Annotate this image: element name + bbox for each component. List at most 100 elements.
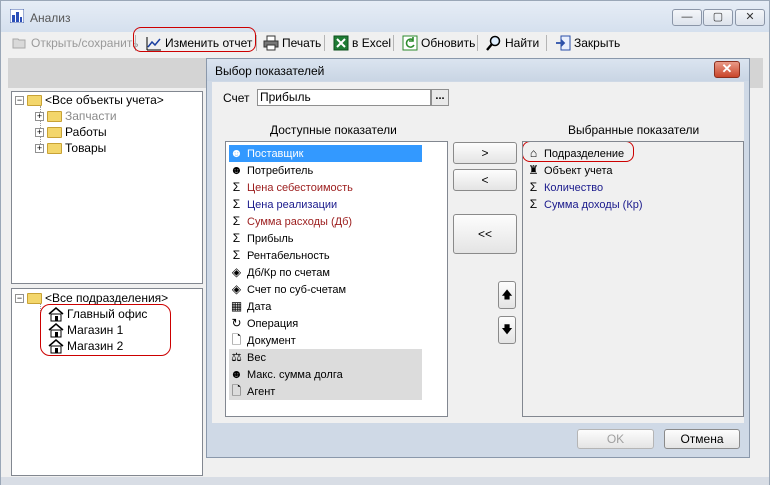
selected-list[interactable]: ⌂ Подразделение ♜ Объект учета Σ Количество Σ С… [522, 141, 744, 417]
account-icon: ◈ [231, 282, 242, 296]
maximize-button[interactable]: ▢ [703, 9, 733, 26]
objects-tree[interactable]: − <Все объекты учета> + Запчасти + Работ… [11, 91, 203, 284]
select-indicators-dialog: Выбор показателей ✕ Счет Прибыль ... Дос… [206, 58, 750, 458]
house-icon [48, 339, 64, 354]
move-up-button[interactable]: 🡅 [498, 281, 516, 309]
cancel-button[interactable]: Отмена [664, 429, 740, 449]
list-item-label: Агент [247, 385, 276, 398]
search-icon [486, 35, 501, 51]
ok-button[interactable]: OK [577, 429, 654, 449]
open-save-button[interactable]: Открыть/сохранить [12, 33, 139, 53]
toolbar-separator [546, 35, 547, 51]
list-item-label: Документ [247, 334, 296, 347]
exit-icon [556, 35, 571, 51]
list-item[interactable]: Σ Сумма расходы (Дб) [229, 213, 422, 230]
dialog-close-button[interactable]: ✕ [714, 61, 740, 78]
tree-root-objects[interactable]: − <Все объекты учета> [15, 92, 164, 108]
toolbar-separator [324, 35, 325, 51]
list-item[interactable]: Σ Сумма доходы (Кр) [526, 196, 719, 213]
excel-icon [333, 35, 349, 51]
list-item[interactable]: ⚖ Вес [229, 349, 422, 366]
list-item-label: Дата [247, 300, 272, 313]
list-item-label: Цена себестоимость [247, 181, 353, 194]
dialog-footer: OK Отмена [212, 423, 744, 453]
sigma-icon: Σ [232, 197, 241, 211]
tree-item[interactable]: Магазин 1 [48, 322, 123, 338]
document-icon: 🗋 [231, 333, 242, 347]
collapse-icon[interactable]: − [15, 293, 24, 303]
operation-icon: ↻ [231, 316, 242, 330]
list-item[interactable]: Σ Цена себестоимость [229, 179, 422, 196]
chart-edit-icon [146, 37, 161, 51]
dialog-title-bar: Выбор показателей ✕ [207, 59, 749, 81]
schet-browse-button[interactable]: ... [431, 89, 449, 106]
list-item-label: Дб/Кр по счетам [247, 266, 330, 279]
expand-icon[interactable]: + [35, 111, 44, 121]
tree-item[interactable]: + Товары [35, 140, 106, 156]
refresh-icon [402, 35, 418, 51]
person-icon: ☻ [230, 146, 243, 160]
list-item[interactable]: ☻ Макс. сумма долга [229, 366, 422, 383]
open-save-label: Открыть/сохранить [31, 36, 139, 50]
document-icon: 🗋 [231, 384, 242, 398]
calendar-icon: ▦ [230, 299, 243, 313]
list-item[interactable]: Σ Рентабельность [229, 247, 422, 264]
list-item-label: Рентабельность [247, 249, 330, 262]
list-item[interactable]: ♜ Объект учета [526, 162, 719, 179]
tree-root-label: <Все объекты учета> [45, 93, 164, 107]
sigma-icon: Σ [232, 180, 241, 194]
status-bar [1, 477, 769, 485]
sigma-icon: Σ [232, 231, 241, 245]
find-label: Найти [505, 36, 540, 50]
folder-icon [47, 142, 62, 154]
list-item[interactable]: ◈ Дб/Кр по счетам [229, 264, 422, 281]
list-item[interactable]: Σ Цена реализации [229, 196, 422, 213]
list-item[interactable]: Σ Прибыль [229, 230, 422, 247]
list-item[interactable]: Σ Количество [526, 179, 719, 196]
list-item-label: Поставщик [247, 147, 304, 160]
close-report-button[interactable]: Закрыть [555, 33, 620, 53]
close-window-button[interactable]: ✕ [735, 9, 765, 26]
chart-app-icon [10, 9, 24, 23]
list-item-label: Прибыль [247, 232, 294, 245]
remove-all-button[interactable]: << [453, 214, 517, 254]
refresh-button[interactable]: Обновить [402, 33, 475, 53]
list-item[interactable]: ⌂ Подразделение [526, 145, 719, 162]
list-item-label: Вес [247, 351, 266, 364]
find-button[interactable]: Найти [486, 33, 539, 53]
list-item-label: Сумма доходы (Кр) [544, 198, 643, 211]
tree-item[interactable]: + Работы [35, 124, 107, 140]
list-item[interactable]: ☻ Поставщик [229, 145, 422, 162]
move-down-button[interactable]: 🡇 [498, 316, 516, 344]
list-item[interactable]: ☻ Потребитель [229, 162, 422, 179]
tree-item[interactable]: Главный офис [48, 306, 147, 322]
sigma-icon: Σ [232, 214, 241, 228]
collapse-icon[interactable]: − [15, 95, 24, 105]
add-button[interactable]: > [453, 142, 517, 164]
available-list[interactable]: ☻ Поставщик ☻ Потребитель Σ Цена себестоимост… [225, 141, 448, 417]
list-item-label: Количество [544, 181, 604, 194]
toolbar: Открыть/сохранить Изменить отчет Печать … [1, 27, 769, 54]
edit-report-label: Изменить отчет [165, 36, 253, 50]
tree-item[interactable]: + Запчасти [35, 108, 117, 124]
list-item[interactable]: ↻ Операция [229, 315, 422, 332]
schet-field[interactable]: Прибыль [257, 89, 431, 106]
title-bar: Анализ — ▢ ✕ [1, 1, 769, 32]
minimize-button[interactable]: — [672, 9, 702, 26]
person-icon: ☻ [230, 163, 243, 177]
list-item[interactable]: 🗋 Документ [229, 332, 422, 349]
print-button[interactable]: Печать [263, 33, 321, 53]
departments-tree[interactable]: − <Все подразделения> Главный офис Магаз… [11, 288, 203, 476]
printer-icon [263, 35, 279, 51]
list-item[interactable]: ▦ Дата [229, 298, 422, 315]
remove-button[interactable]: < [453, 169, 517, 191]
list-item[interactable]: 🗋 Агент [229, 383, 422, 400]
tree-item[interactable]: Магазин 2 [48, 338, 123, 354]
expand-icon[interactable]: + [35, 127, 44, 137]
list-item-label: Подразделение [544, 147, 625, 160]
expand-icon[interactable]: + [35, 143, 44, 153]
edit-report-button[interactable]: Изменить отчет [146, 33, 252, 53]
excel-button[interactable]: в Excel [333, 33, 391, 53]
list-item-label: Макс. сумма долга [247, 368, 343, 381]
list-item[interactable]: ◈ Счет по суб-счетам [229, 281, 422, 298]
